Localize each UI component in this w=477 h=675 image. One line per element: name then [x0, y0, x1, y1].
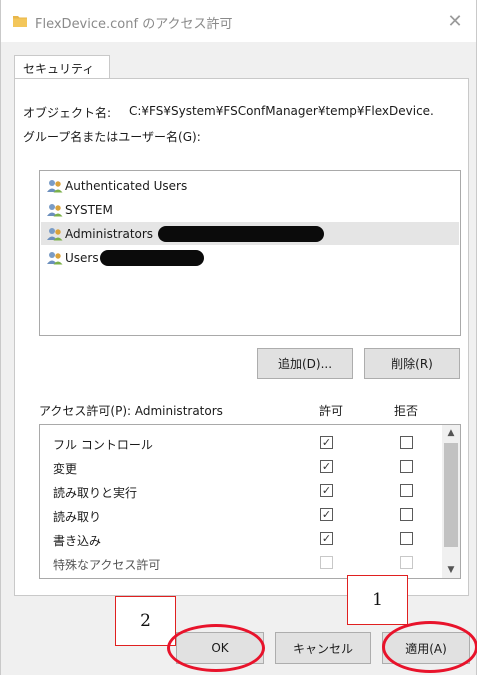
user-list-item[interactable]: Authenticated Users — [41, 174, 459, 197]
permission-name: 特殊なアクセス許可 — [53, 558, 161, 572]
scroll-up-icon[interactable]: ▲ — [442, 425, 460, 441]
permission-row: フル コントロール ✓ — [40, 431, 440, 455]
permission-name: 書き込み — [53, 534, 102, 548]
permission-row: 書き込み ✓ — [40, 527, 440, 551]
deny-checkbox[interactable] — [400, 460, 413, 473]
annotation-label-1: 1 — [347, 575, 408, 625]
deny-checkbox[interactable] — [400, 484, 413, 497]
cancel-button-label: キャンセル — [292, 641, 353, 656]
permission-name: 読み取りと実行 — [53, 486, 138, 500]
user-name: Users — [65, 250, 99, 265]
ok-button-label: OK — [211, 641, 229, 655]
deny-checkbox[interactable] — [400, 532, 413, 545]
scroll-down-icon[interactable]: ▼ — [442, 562, 460, 578]
redaction-mark — [100, 250, 204, 266]
close-icon: ✕ — [447, 10, 463, 32]
annotation-number: 1 — [372, 590, 383, 610]
permissions-header: アクセス許可(P): Administrators — [39, 404, 223, 418]
annotation-label-2: 2 — [115, 596, 176, 646]
scroll-thumb[interactable] — [444, 443, 458, 547]
user-list[interactable]: Authenticated Users SYSTEM Administrator… — [39, 170, 461, 336]
remove-button-label: 削除(R) — [391, 357, 433, 371]
add-button[interactable]: 追加(D)... — [257, 348, 353, 379]
folder-icon — [13, 15, 27, 27]
users-group-icon — [47, 251, 63, 265]
close-button[interactable]: ✕ — [444, 10, 466, 32]
allow-checkbox[interactable] — [320, 556, 333, 569]
permission-name: フル コントロール — [53, 438, 153, 452]
remove-button[interactable]: 削除(R) — [364, 348, 460, 379]
user-name: SYSTEM — [65, 202, 113, 217]
allow-checkbox[interactable]: ✓ — [320, 532, 333, 545]
allow-checkbox[interactable]: ✓ — [320, 460, 333, 473]
object-name-label: オブジェクト名: — [23, 106, 112, 120]
permissions-list[interactable]: フル コントロール ✓ 変更 ✓ 読み取りと実行 ✓ 読み取り ✓ 書き込み ✓… — [39, 424, 461, 579]
allow-checkbox[interactable]: ✓ — [320, 484, 333, 497]
allow-checkbox[interactable]: ✓ — [320, 508, 333, 521]
deny-checkbox[interactable] — [400, 436, 413, 449]
title-bar: FlexDevice.conf のアクセス許可 ✕ — [1, 0, 476, 42]
add-button-label: 追加(D)... — [277, 357, 333, 371]
permission-row: 読み取り ✓ — [40, 503, 440, 527]
apply-button-label: 適用(A) — [405, 641, 447, 656]
group-list-label: グループ名またはユーザー名(G): — [23, 130, 201, 144]
deny-checkbox[interactable] — [400, 508, 413, 521]
permission-row: 変更 ✓ — [40, 455, 440, 479]
deny-column-header: 拒否 — [394, 404, 419, 418]
permission-row: 特殊なアクセス許可 — [40, 551, 440, 575]
permission-row: 読み取りと実行 ✓ — [40, 479, 440, 503]
annotation-number: 2 — [140, 611, 151, 631]
allow-column-header: 許可 — [319, 404, 344, 418]
ok-button[interactable]: OK — [176, 632, 264, 664]
users-group-icon — [47, 203, 63, 217]
allow-checkbox[interactable]: ✓ — [320, 436, 333, 449]
permissions-dialog: FlexDevice.conf のアクセス許可 ✕ セキュリティ オブジェクト名… — [0, 0, 477, 675]
permission-name: 変更 — [53, 462, 78, 476]
user-list-item[interactable]: SYSTEM — [41, 198, 459, 221]
users-group-icon — [47, 227, 63, 241]
cancel-button[interactable]: キャンセル — [275, 632, 371, 664]
deny-checkbox[interactable] — [400, 556, 413, 569]
user-name: Authenticated Users — [65, 178, 188, 193]
window-title: FlexDevice.conf のアクセス許可 — [35, 17, 233, 32]
tab-security[interactable]: セキュリティ — [14, 55, 110, 80]
permissions-scrollbar[interactable]: ▲ ▼ — [442, 425, 460, 578]
apply-button[interactable]: 適用(A) — [382, 632, 470, 664]
object-name-value: C:¥FS¥System¥FSConfManager¥temp¥FlexDevi… — [129, 104, 434, 118]
user-name: Administrators — [65, 226, 154, 241]
users-group-icon — [47, 179, 63, 193]
tab-security-label: セキュリティ — [23, 62, 95, 76]
permission-name: 読み取り — [53, 510, 102, 524]
redaction-mark — [158, 226, 324, 242]
